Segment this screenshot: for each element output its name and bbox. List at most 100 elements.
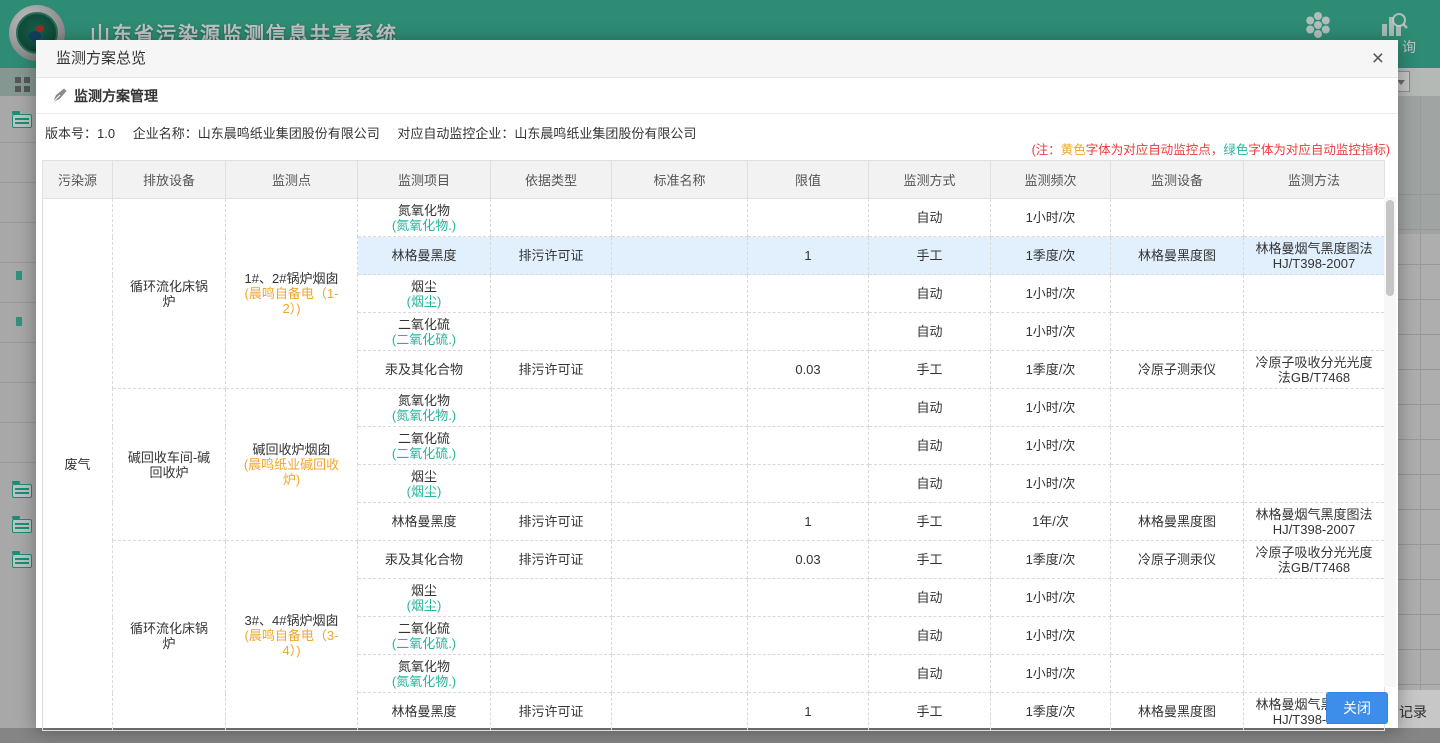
cell-standard (612, 199, 748, 237)
column-header: 监测项目 (358, 161, 491, 199)
cell-method-name (1244, 389, 1385, 427)
cell-equipment: 林格曼黑度图 (1111, 237, 1244, 275)
cell-limit (748, 579, 869, 617)
company-value: 山东晨鸣纸业集团股份有限公司 (198, 126, 380, 141)
cell-equipment (1111, 275, 1244, 313)
cell-item: 氮氧化物(氮氧化物.) (358, 199, 491, 237)
cell-equipment: 冷原子测汞仪 (1111, 541, 1244, 579)
cell-method: 自动 (869, 427, 991, 465)
cell-limit (748, 427, 869, 465)
cell-basis (491, 389, 612, 427)
cell-limit (748, 275, 869, 313)
version-value: 1.0 (97, 126, 115, 141)
cell-standard (612, 541, 748, 579)
cell-method: 自动 (869, 617, 991, 655)
column-header: 监测方法 (1244, 161, 1385, 199)
info-bar: 版本号：1.0 企业名称：山东晨鸣纸业集团股份有限公司 对应自动监控企业：山东晨… (36, 114, 1398, 160)
cell-frequency: 1小时/次 (991, 427, 1111, 465)
column-header: 监测点 (226, 161, 358, 199)
cell-frequency: 1小时/次 (991, 313, 1111, 351)
cell-item: 二氧化硫(二氧化硫.) (358, 313, 491, 351)
cell-equipment (1111, 427, 1244, 465)
column-header: 标准名称 (612, 161, 748, 199)
modal-footer: 关闭 (36, 687, 1398, 728)
cell-method-name (1244, 275, 1385, 313)
note-green: 绿色 (1223, 143, 1248, 157)
cell-limit: 0.03 (748, 541, 869, 579)
cell-method: 自动 (869, 579, 991, 617)
cell-limit (748, 199, 869, 237)
cell-basis: 排污许可证 (491, 503, 612, 541)
cell-method-name: 冷原子吸收分光光度法GB/T7468 (1244, 541, 1385, 579)
cell-standard (612, 313, 748, 351)
cell-item: 林格曼黑度 (358, 503, 491, 541)
cell-limit (748, 617, 869, 655)
table-row[interactable]: 循环流化床锅炉3#、4#锅炉烟囱(晨鸣自备电（3-4）)汞及其化合物排污许可证0… (43, 541, 1385, 579)
cell-method: 手工 (869, 351, 991, 389)
cell-limit (748, 465, 869, 503)
section-title: 监测方案管理 (74, 78, 158, 114)
cell-equipment: 冷原子测汞仪 (1111, 351, 1244, 389)
cell-standard (612, 389, 748, 427)
cell-limit: 1 (748, 237, 869, 275)
plan-info: 版本号：1.0 企业名称：山东晨鸣纸业集团股份有限公司 对应自动监控企业：山东晨… (45, 123, 696, 142)
cell-item: 汞及其化合物 (358, 541, 491, 579)
cell-item: 二氧化硫(二氧化硫.) (358, 427, 491, 465)
scrollbar-track[interactable] (1384, 197, 1396, 687)
cell-method-name (1244, 199, 1385, 237)
cell-basis: 排污许可证 (491, 541, 612, 579)
column-header: 监测频次 (991, 161, 1111, 199)
version-label: 版本号： (45, 126, 97, 141)
cell-method-name: 林格曼烟气黑度图法HJ/T398-2007 (1244, 237, 1385, 275)
cell-standard (612, 237, 748, 275)
column-header: 依据类型 (491, 161, 612, 199)
cell-equipment (1111, 389, 1244, 427)
modal-close-button[interactable]: × (1372, 46, 1384, 72)
cell-monitoring-point: 1#、2#锅炉烟囱(晨鸣自备电（1-2）) (226, 199, 358, 389)
cell-item: 汞及其化合物 (358, 351, 491, 389)
note-yellow: 黄色 (1061, 143, 1086, 157)
cell-method: 手工 (869, 503, 991, 541)
cell-basis (491, 427, 612, 465)
monitoring-table: 污染源排放设备监测点监测项目依据类型标准名称限值监测方式监测频次监测设备监测方法… (42, 160, 1385, 731)
cell-frequency: 1小时/次 (991, 579, 1111, 617)
table-row[interactable]: 碱回收车间-碱回收炉碱回收炉烟囱(晨鸣纸业碱回收炉)氮氧化物(氮氧化物.)自动1… (43, 389, 1385, 427)
company-label: 企业名称： (133, 126, 198, 141)
cell-pollution-source: 废气 (43, 199, 113, 731)
cell-frequency: 1年/次 (991, 503, 1111, 541)
cell-equipment (1111, 313, 1244, 351)
legend-note: (注：黄色字体为对应自动监控点，绿色字体为对应自动监控指标) (1032, 139, 1390, 158)
cell-method-name (1244, 465, 1385, 503)
scrollbar-thumb[interactable] (1386, 200, 1394, 296)
cell-standard (612, 351, 748, 389)
screen: 山东省污染源监测信息共享系统 询 记录 监测方案总 (0, 0, 1440, 743)
cell-frequency: 1季度/次 (991, 237, 1111, 275)
column-header: 污染源 (43, 161, 113, 199)
cell-item: 烟尘(烟尘) (358, 465, 491, 503)
cell-frequency: 1小时/次 (991, 465, 1111, 503)
cell-frequency: 1小时/次 (991, 199, 1111, 237)
monitoring-plan-modal: 监测方案总览 × 监测方案管理 版本号：1.0 企业名称：山东晨鸣纸业集团股份有… (36, 40, 1398, 728)
close-button[interactable]: 关闭 (1326, 692, 1388, 724)
cell-limit: 1 (748, 503, 869, 541)
modal-title: 监测方案总览 (56, 40, 146, 78)
table-row[interactable]: 废气循环流化床锅炉1#、2#锅炉烟囱(晨鸣自备电（1-2）)氮氧化物(氮氧化物.… (43, 199, 1385, 237)
cell-equipment (1111, 199, 1244, 237)
cell-item: 烟尘(烟尘) (358, 579, 491, 617)
cell-basis: 排污许可证 (491, 237, 612, 275)
cell-frequency: 1季度/次 (991, 541, 1111, 579)
cell-limit: 0.03 (748, 351, 869, 389)
column-header: 监测设备 (1111, 161, 1244, 199)
cell-equipment (1111, 579, 1244, 617)
cell-method: 自动 (869, 199, 991, 237)
cell-standard (612, 503, 748, 541)
cell-method: 自动 (869, 313, 991, 351)
cell-monitoring-point: 碱回收炉烟囱(晨鸣纸业碱回收炉) (226, 389, 358, 541)
cell-method-name (1244, 617, 1385, 655)
column-header: 排放设备 (113, 161, 226, 199)
cell-standard (612, 579, 748, 617)
cell-equipment (1111, 617, 1244, 655)
modal-header: 监测方案总览 × (36, 40, 1398, 78)
cell-item: 林格曼黑度 (358, 237, 491, 275)
table-container: 污染源排放设备监测点监测项目依据类型标准名称限值监测方式监测频次监测设备监测方法… (42, 160, 1396, 687)
